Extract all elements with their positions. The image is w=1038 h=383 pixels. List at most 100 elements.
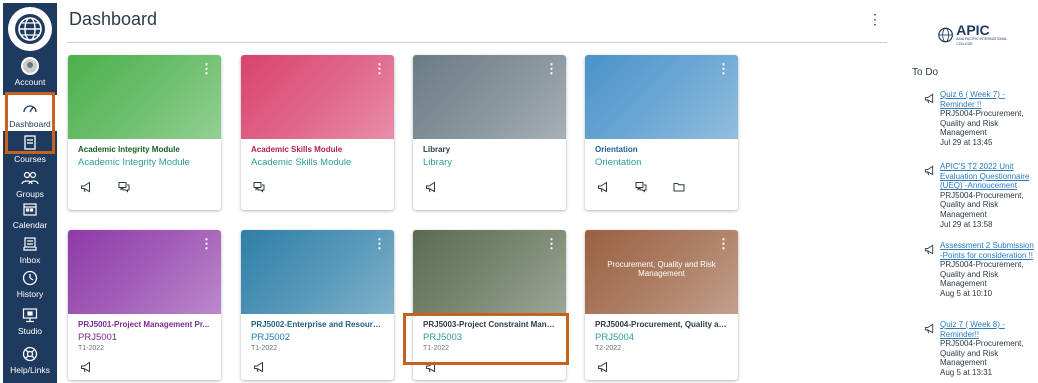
course-card-actions	[413, 168, 566, 198]
announcement-icon[interactable]	[425, 360, 437, 378]
course-card-term: T1-2022	[251, 345, 278, 352]
todo-item-course: PRJ5004-Procurement, Quality and Risk Ma…	[940, 260, 1024, 289]
course-card-code[interactable]: Library	[423, 157, 556, 168]
global-nav: Account Dashboard Courses Groups Calenda…	[3, 3, 57, 383]
course-card-info: PRJ5003-Project Constraint Mana... PRJ500…	[413, 314, 566, 352]
card-options-icon[interactable]: ⋮	[200, 236, 213, 252]
card-options-icon[interactable]: ⋮	[717, 61, 730, 77]
apic-logo-text: APIC	[956, 22, 990, 38]
course-card-actions	[585, 352, 738, 378]
course-card-info: Library Library	[413, 139, 566, 168]
nav-account[interactable]: Account	[3, 56, 57, 87]
course-card-info: Academic Integrity Module Academic Integr…	[68, 139, 221, 168]
nav-help[interactable]: Help/Links	[3, 344, 57, 375]
card-options-icon[interactable]: ⋮	[545, 236, 558, 252]
course-card-title[interactable]: PRJ5002-Enterprise and Resource...	[251, 320, 384, 329]
course-card[interactable]: ⋮ Orientation Orientation	[585, 55, 738, 210]
announcement-icon[interactable]	[80, 180, 92, 198]
course-card-code[interactable]: Orientation	[595, 157, 728, 168]
course-card-code[interactable]: PRJ5001	[78, 332, 211, 343]
files-icon[interactable]	[673, 180, 685, 198]
studio-icon	[20, 305, 40, 325]
card-options-icon[interactable]: ⋮	[200, 61, 213, 77]
todo-item: Assessment 2 Submission -Points for cons…	[924, 241, 1034, 299]
course-card-actions	[413, 352, 566, 378]
todo-item-link[interactable]: APIC'S T2 2022 Unit Evaluation Questionn…	[940, 162, 1034, 191]
course-card-image[interactable]: ⋮	[413, 230, 566, 314]
help-icon	[20, 344, 40, 364]
course-card-image[interactable]: Procurement, Quality and Risk Management…	[585, 230, 738, 314]
card-options-icon[interactable]: ⋮	[373, 61, 386, 77]
announcement-icon[interactable]	[597, 180, 609, 198]
course-card-title[interactable]: PRJ5004-Procurement, Quality an...	[595, 320, 728, 329]
course-card-image[interactable]: ⋮	[68, 230, 221, 314]
globe-logo-icon[interactable]	[8, 7, 52, 51]
course-card-image[interactable]: ⋮	[413, 55, 566, 139]
nav-groups[interactable]: Groups	[3, 168, 57, 199]
todo-item-link[interactable]: Quiz 7 ( Week 8) -Reminder!!	[940, 320, 1034, 339]
course-card[interactable]: ⋮ PRJ5003-Project Constraint Mana... PRJ50…	[413, 230, 566, 380]
course-card-code[interactable]: PRJ5002	[251, 332, 384, 343]
todo-heading: To Do	[912, 67, 939, 78]
course-card-image[interactable]: ⋮	[241, 55, 394, 139]
announcement-icon	[924, 90, 935, 148]
nav-dashboard[interactable]: Dashboard	[3, 95, 57, 131]
course-card-term: T1-2022	[78, 345, 105, 352]
todo-item: Quiz 6 ( Week 7) -Reminder !! PRJ5004-Pro…	[924, 90, 1034, 148]
announcement-icon[interactable]	[253, 360, 265, 378]
course-card-actions	[241, 168, 394, 198]
announcement-icon[interactable]	[425, 180, 437, 198]
course-card-image[interactable]: ⋮	[241, 230, 394, 314]
course-card-code[interactable]: PRJ5003	[423, 332, 556, 343]
course-card-title[interactable]: Orientation	[595, 145, 728, 154]
course-card[interactable]: ⋮ PRJ5001-Project Management Pr... PRJ5001…	[68, 230, 221, 380]
announcement-icon[interactable]	[80, 360, 92, 378]
todo-item-body: Quiz 7 ( Week 8) -Reminder!! PRJ5004-Proc…	[940, 320, 1034, 378]
course-card[interactable]: ⋮ Library Library	[413, 55, 566, 210]
course-card-actions	[68, 168, 221, 198]
inbox-icon	[20, 234, 40, 254]
nav-courses[interactable]: Courses	[3, 133, 57, 164]
discussion-icon[interactable]	[253, 180, 265, 198]
apic-globe-icon	[938, 27, 953, 43]
card-options-icon[interactable]: ⋮	[373, 236, 386, 252]
course-card-image[interactable]: ⋮	[68, 55, 221, 139]
course-card-info: Academic Skills Module Academic Skills Mo…	[241, 139, 394, 168]
course-card[interactable]: ⋮ PRJ5002-Enterprise and Resource... PRJ50…	[241, 230, 394, 380]
course-card-info: PRJ5001-Project Management Pr... PRJ5001 T…	[68, 314, 221, 352]
course-card-image-text: Procurement, Quality and Risk Management	[607, 260, 716, 278]
header-divider	[67, 42, 887, 43]
course-card-image[interactable]: ⋮	[585, 55, 738, 139]
course-card[interactable]: Procurement, Quality and Risk Management…	[585, 230, 738, 380]
todo-item-course: PRJ5004-Procurement, Quality and Risk Ma…	[940, 109, 1024, 138]
course-card[interactable]: ⋮ Academic Integrity Module Academic Integ…	[68, 55, 221, 210]
course-card-term: T1-2022	[423, 345, 450, 352]
announcement-icon[interactable]	[597, 360, 609, 378]
course-card-actions	[241, 352, 394, 378]
course-card-title[interactable]: Academic Integrity Module	[78, 145, 211, 154]
nav-history[interactable]: History	[3, 268, 57, 299]
course-card-title[interactable]: PRJ5001-Project Management Pr...	[78, 320, 211, 329]
todo-item: Quiz 7 ( Week 8) -Reminder!! PRJ5004-Proc…	[924, 320, 1034, 378]
discussion-icon[interactable]	[635, 180, 647, 198]
dashboard-options-icon[interactable]: ⋮	[868, 11, 882, 28]
user-avatar-icon	[20, 56, 40, 76]
course-card-code[interactable]: Academic Integrity Module	[78, 157, 211, 168]
course-card-code[interactable]: PRJ5004	[595, 332, 728, 343]
groups-icon	[20, 168, 40, 188]
nav-calendar[interactable]: Calendar	[3, 199, 57, 230]
todo-item-link[interactable]: Quiz 6 ( Week 7) -Reminder !!	[940, 90, 1034, 109]
course-card[interactable]: ⋮ Academic Skills Module Academic Skills M…	[241, 55, 394, 210]
nav-inbox[interactable]: Inbox	[3, 234, 57, 265]
course-card-title[interactable]: PRJ5003-Project Constraint Mana...	[423, 320, 556, 329]
card-options-icon[interactable]: ⋮	[545, 61, 558, 77]
dashboard-icon	[20, 98, 40, 118]
card-options-icon[interactable]: ⋮	[717, 236, 730, 252]
nav-studio[interactable]: Studio	[3, 305, 57, 336]
course-card-code[interactable]: Academic Skills Module	[251, 157, 384, 168]
course-card-title[interactable]: Academic Skills Module	[251, 145, 384, 154]
course-card-title[interactable]: Library	[423, 145, 556, 154]
announcement-icon	[924, 320, 935, 378]
discussion-icon[interactable]	[118, 180, 130, 198]
todo-item-link[interactable]: Assessment 2 Submission -Points for cons…	[940, 241, 1034, 260]
